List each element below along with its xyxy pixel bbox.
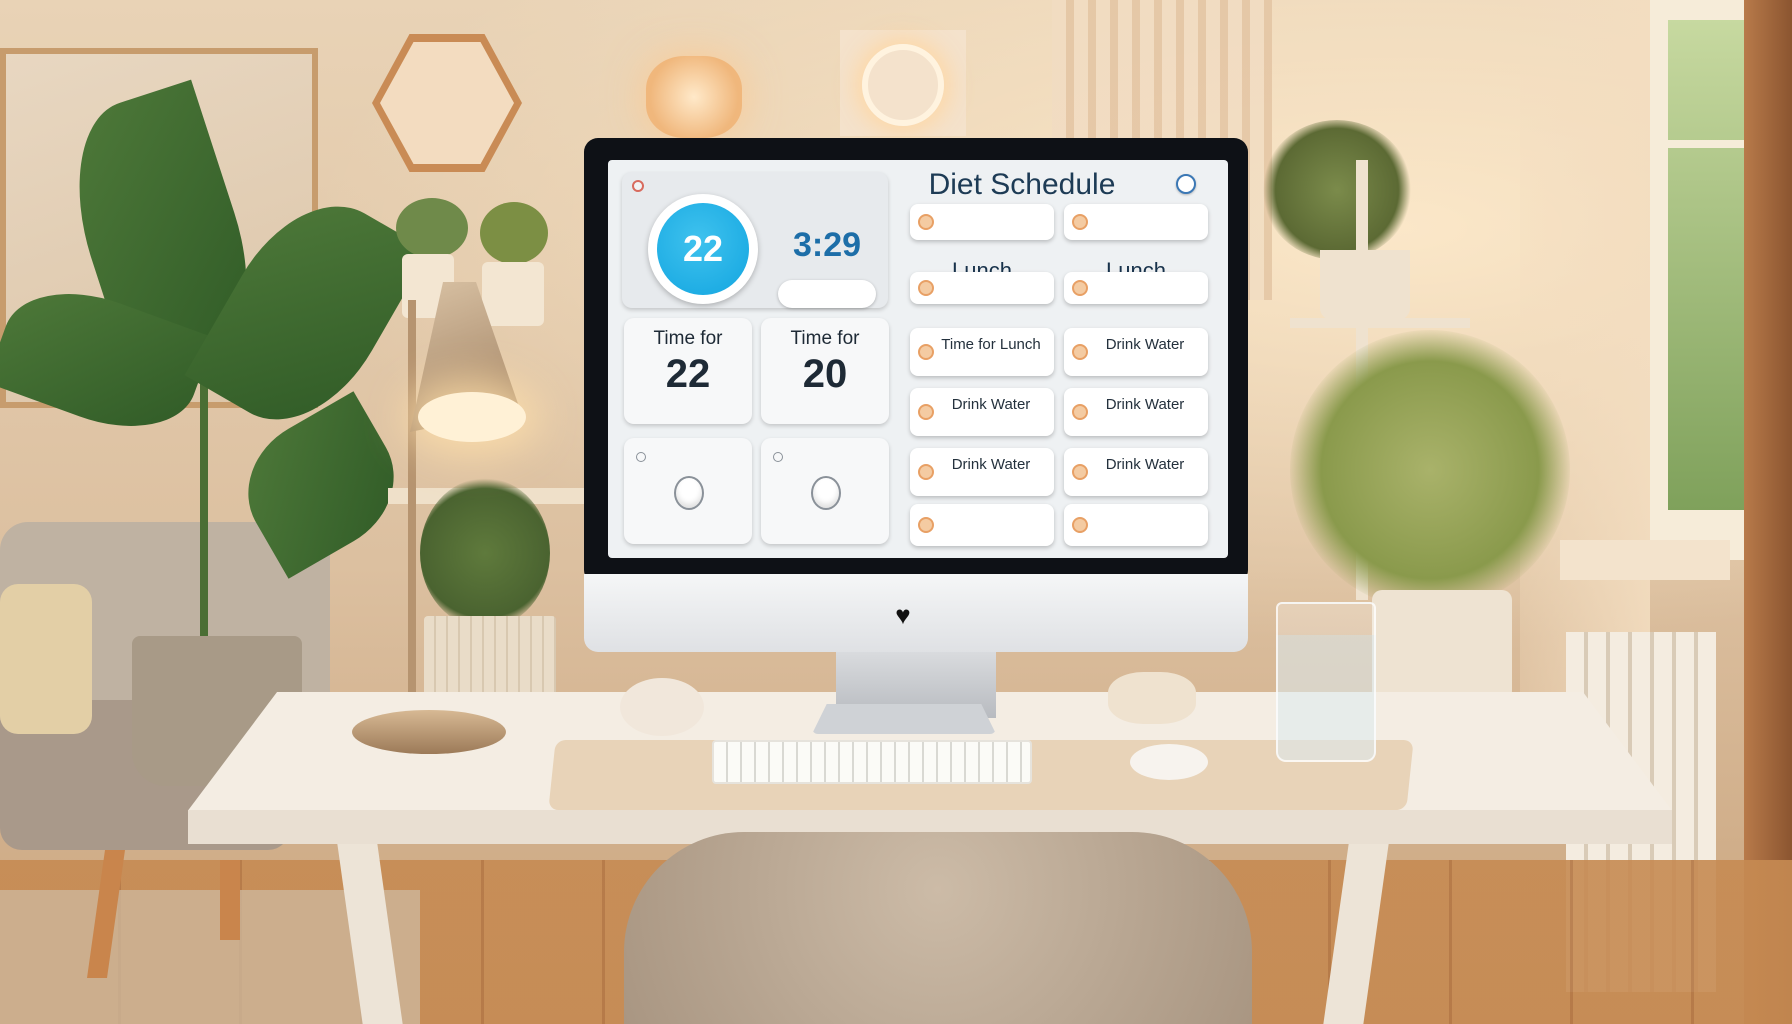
schedule-item[interactable] bbox=[1064, 272, 1208, 304]
alarm-dot-icon bbox=[918, 404, 934, 420]
alarm-dot-icon bbox=[1072, 280, 1088, 296]
right-plant bbox=[1290, 330, 1570, 610]
curtain-sheer bbox=[1520, 0, 1650, 720]
window-sill bbox=[1560, 540, 1730, 580]
schedule-item-label: Drink Water bbox=[1105, 456, 1185, 473]
bowl bbox=[620, 678, 704, 736]
ring-icon bbox=[674, 476, 704, 510]
schedule-item[interactable] bbox=[910, 204, 1054, 240]
schedule-item-label: Drink Water bbox=[1105, 336, 1185, 353]
desk-plant bbox=[420, 478, 550, 628]
countdown-card[interactable]: Time for 20 bbox=[761, 318, 889, 424]
countdown-label: Time for bbox=[653, 328, 723, 349]
plant-stem bbox=[200, 360, 208, 650]
info-icon[interactable] bbox=[1176, 174, 1196, 194]
countdown-label: Time for bbox=[790, 328, 860, 349]
countdown-value: 20 bbox=[802, 352, 848, 396]
alarm-dot-icon bbox=[918, 214, 934, 230]
mini-card[interactable] bbox=[624, 438, 752, 544]
desk-lamp-bulb bbox=[418, 392, 526, 442]
decor-spheres bbox=[1108, 672, 1196, 724]
status-dot-icon bbox=[773, 452, 783, 462]
desk-lamp-base bbox=[352, 710, 506, 754]
wall-lamp bbox=[646, 56, 742, 138]
schedule-item-label: Drink Water bbox=[1105, 396, 1185, 413]
shelf-plant bbox=[1262, 120, 1412, 260]
herb-plant bbox=[480, 202, 548, 264]
window-mullion bbox=[1668, 140, 1750, 148]
keyboard[interactable] bbox=[712, 740, 1032, 784]
monitor-stand-foot bbox=[812, 704, 996, 734]
day-badge[interactable]: 22 bbox=[657, 203, 749, 295]
mouse[interactable] bbox=[1130, 744, 1208, 780]
schedule-item[interactable] bbox=[1064, 504, 1208, 546]
schedule-item[interactable]: Drink Water bbox=[910, 388, 1054, 436]
clock-panel: 22 3:29 bbox=[622, 172, 888, 308]
alarm-dot-icon bbox=[1072, 517, 1088, 533]
schedule-item[interactable] bbox=[910, 504, 1054, 546]
schedule-item-label: Drink Water bbox=[951, 456, 1031, 473]
countdown-value: 22 bbox=[665, 352, 711, 396]
schedule-item-label: Time for Lunch bbox=[941, 336, 1041, 353]
status-dot-icon bbox=[636, 452, 646, 462]
heart-logo-icon: ♥ bbox=[895, 600, 911, 630]
sofa-leg bbox=[220, 860, 240, 940]
schedule-item[interactable] bbox=[910, 272, 1054, 304]
alarm-dot-icon bbox=[918, 280, 934, 296]
spiral-icon bbox=[811, 476, 841, 510]
sofa-cushion bbox=[0, 584, 92, 734]
schedule-item[interactable]: Drink Water bbox=[1064, 448, 1208, 496]
herb-pot bbox=[482, 262, 544, 326]
shelf-board bbox=[1290, 318, 1470, 328]
desk-lamp-arm bbox=[408, 300, 416, 720]
countdown-card[interactable]: Time for 22 bbox=[624, 318, 752, 424]
current-time: 3:29 bbox=[792, 226, 862, 264]
alarm-dot-icon bbox=[1072, 464, 1088, 480]
window-glass bbox=[1668, 20, 1750, 510]
alarm-dot-icon bbox=[1072, 344, 1088, 360]
alarm-dot-icon bbox=[1072, 214, 1088, 230]
schedule-item[interactable]: Time for Lunch bbox=[910, 328, 1054, 376]
schedule-item[interactable] bbox=[1064, 204, 1208, 240]
ring-light bbox=[862, 44, 944, 126]
alarm-dot-icon bbox=[918, 344, 934, 360]
red-dot-icon bbox=[632, 180, 644, 192]
time-action-button[interactable] bbox=[778, 280, 876, 308]
schedule-item[interactable]: Drink Water bbox=[1064, 328, 1208, 376]
water-glass bbox=[1276, 602, 1376, 762]
schedule-item[interactable]: Drink Water bbox=[1064, 388, 1208, 436]
herb-plant bbox=[396, 198, 468, 258]
alarm-dot-icon bbox=[918, 517, 934, 533]
alarm-dot-icon bbox=[918, 464, 934, 480]
schedule-item-label: Drink Water bbox=[951, 396, 1031, 413]
alarm-dot-icon bbox=[1072, 404, 1088, 420]
page-title: Diet Schedule bbox=[928, 168, 1116, 201]
schedule-item[interactable]: Drink Water bbox=[910, 448, 1054, 496]
diet-schedule-screen: 22 3:29 Time for 22 Time for 20 Diet Sch… bbox=[608, 160, 1228, 558]
chair-back bbox=[624, 832, 1252, 1024]
mini-card[interactable] bbox=[761, 438, 889, 544]
shelf-pot bbox=[1320, 250, 1410, 320]
